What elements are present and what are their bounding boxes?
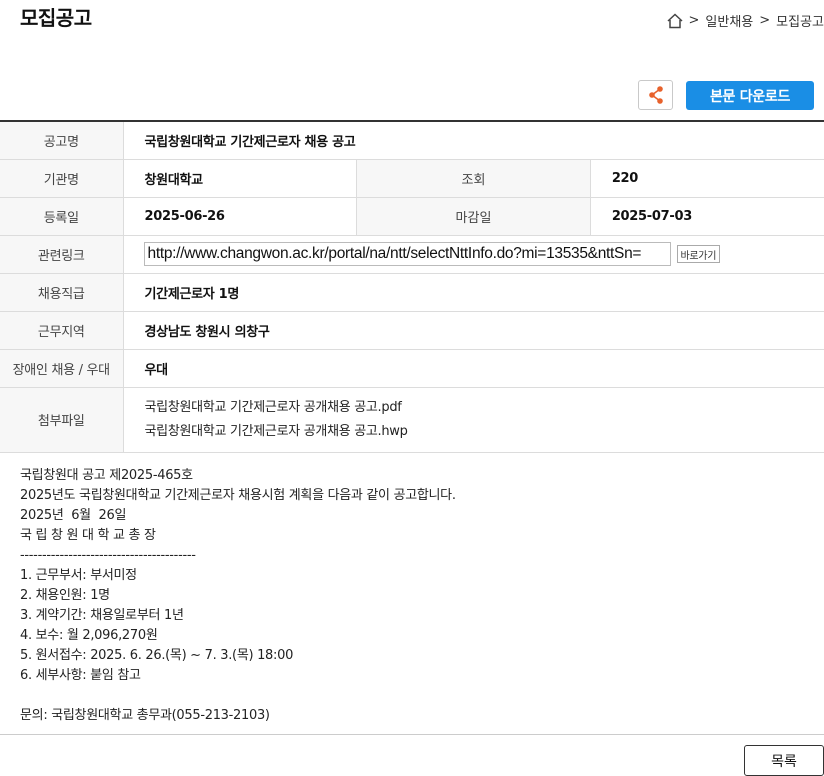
job-position-label: 채용직급 (0, 273, 124, 312)
body-line: 4. 보수: 월 2,096,270원 (20, 628, 158, 643)
body-line: 국 립 창 원 대 학 교 총 장 (20, 528, 156, 543)
body-line: 6. 세부사항: 붙임 참고 (20, 668, 141, 683)
body-line: 국립창원대 공고 제2025-465호 (20, 468, 193, 483)
go-link-button[interactable]: 바로가기 (676, 245, 721, 263)
download-body-button[interactable]: 본문 다운로드 (686, 81, 814, 110)
breadcrumb-item-general-hiring[interactable]: 일반채용 (705, 11, 753, 30)
deadline-label: 마감일 (356, 197, 591, 236)
body-line: 3. 계약기간: 채용일로부터 1년 (20, 608, 184, 623)
org-label: 기관명 (0, 159, 124, 198)
attachment-pdf-link[interactable]: 국립창원대학교 기간제근로자 공개채용 공고.pdf (145, 396, 817, 420)
share-button[interactable] (638, 80, 673, 110)
breadcrumb: > 일반채용 > 모집공고 (666, 11, 824, 30)
body-line: 문의: 국립창원대학교 총무과(055-213-2103) (20, 708, 270, 723)
body-line: 1. 근무부서: 부서미정 (20, 568, 137, 583)
body-line: ---------------------------------------- (20, 548, 196, 563)
deadline-value: 2025-07-03 (590, 197, 824, 236)
views-value: 220 (590, 159, 824, 198)
list-button[interactable]: 목록 (744, 745, 824, 776)
reg-date-value: 2025-06-26 (123, 197, 357, 236)
body-line: 5. 원서접수: 2025. 6. 26.(목) ~ 7. 3.(목) 18:0… (20, 648, 294, 663)
views-label: 조회 (356, 159, 591, 198)
title-value: 국립창원대학교 기간제근로자 채용 공고 (123, 121, 824, 160)
related-link-field[interactable]: http://www.changwon.ac.kr/portal/na/ntt/… (143, 242, 671, 266)
org-value: 창원대학교 (123, 159, 357, 198)
body-line (20, 686, 456, 706)
work-region-label: 근무지역 (0, 311, 124, 350)
divider (0, 734, 824, 735)
breadcrumb-separator: > (688, 13, 700, 28)
breadcrumb-separator: > (759, 13, 771, 28)
work-region-value: 경상남도 창원시 의창구 (123, 311, 824, 350)
announcement-body: 국립창원대 공고 제2025-465호 2025년도 국립창원대학교 기간제근로… (20, 466, 456, 726)
job-position-value: 기간제근로자 1명 (123, 273, 824, 312)
attachment-hwp-link[interactable]: 국립창원대학교 기간제근로자 공개채용 공고.hwp (145, 420, 817, 444)
body-line: 2025년 6월 26일 (20, 508, 127, 523)
title-label: 공고명 (0, 121, 124, 160)
body-line: 2025년도 국립창원대학교 기간제근로자 채용시험 계획을 다음과 같이 공고… (20, 488, 456, 503)
link-label: 관련링크 (0, 235, 124, 274)
disabled-pref-label: 장애인 채용 / 우대 (0, 349, 124, 388)
share-icon (648, 86, 663, 104)
breadcrumb-item-recruitment[interactable]: 모집공고 (776, 11, 824, 30)
job-info-table: 공고명 국립창원대학교 기간제근로자 채용 공고 기관명 창원대학교 조회 22… (0, 120, 824, 453)
home-icon[interactable] (666, 12, 684, 30)
body-line: 2. 채용인원: 1명 (20, 588, 110, 603)
disabled-pref-value: 우대 (123, 349, 824, 388)
reg-date-label: 등록일 (0, 197, 124, 236)
page-title: 모집공고 (20, 6, 92, 30)
attachments-label: 첨부파일 (0, 387, 124, 453)
